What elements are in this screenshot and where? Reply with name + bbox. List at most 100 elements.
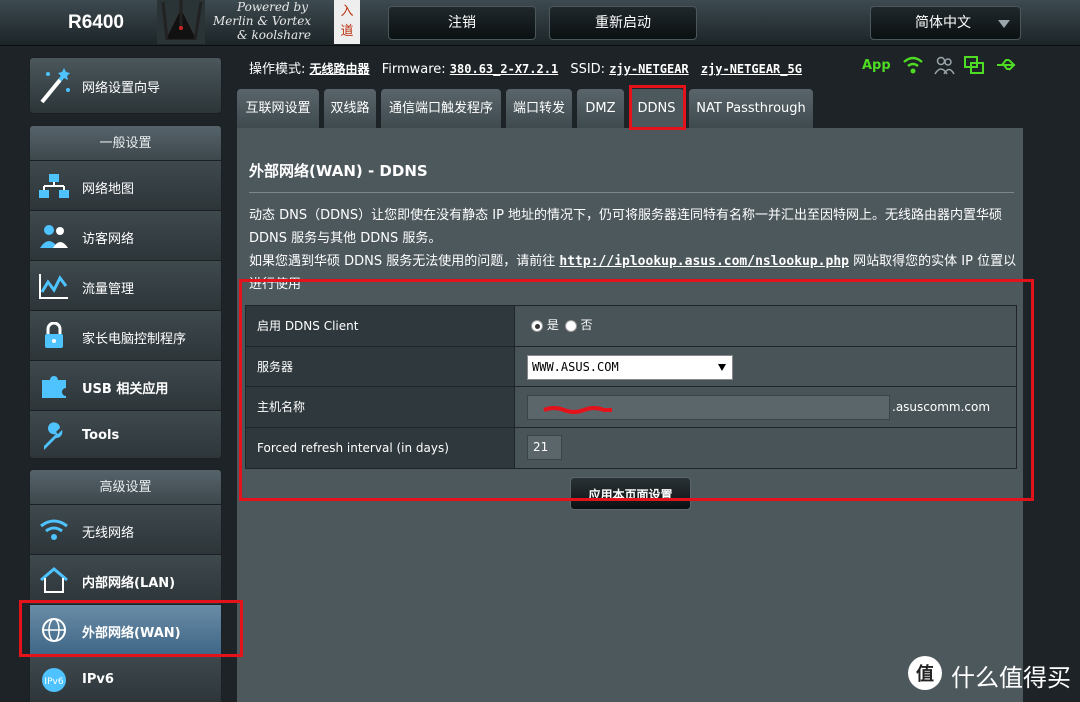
app-link[interactable]: App	[862, 58, 891, 73]
clients-status-icon[interactable]	[933, 54, 955, 76]
sidebar-item-lan[interactable]: 内部网络(LAN)	[30, 554, 221, 604]
sidebar-item-ipv6[interactable]: IPv6 IPv6	[30, 654, 221, 702]
ssid-link[interactable]: zjy-NETGEAR_5G	[701, 62, 802, 76]
svg-text:值: 值	[916, 663, 934, 685]
network-status-icon[interactable]	[963, 54, 985, 76]
general-settings-title: 一般设置	[30, 126, 221, 160]
ddns-settings-table: 启用 DDNS Client 是 否 服务器 WWW.ASUS.COM 主机名称…	[245, 305, 1017, 469]
traffic-chart-icon	[39, 274, 68, 299]
apply-button[interactable]: 应用本页面设置	[570, 477, 691, 510]
sidebar-item-label: 家长电脑控制程序	[82, 332, 187, 347]
page-title: 外部网络(WAN) - DDNS	[249, 162, 428, 180]
brand-line: Powered by	[237, 0, 308, 14]
description-line-2: 如果您遇到华硕 DDNS 服务无法使用的问题，请前往 http://iplook…	[249, 250, 1019, 296]
enable-yes-radio[interactable]	[531, 319, 543, 332]
sidebar-item-label: 内部网络(LAN)	[82, 576, 176, 591]
redaction-scribble	[543, 406, 612, 414]
server-label: 服务器	[246, 346, 515, 386]
refresh-interval-field: 21	[516, 428, 1016, 469]
brand-line: & koolshare	[237, 28, 311, 42]
server-field: WWW.ASUS.COM	[516, 347, 1016, 387]
reboot-button[interactable]: 重新启动	[549, 6, 697, 40]
tab-nat-passthrough[interactable]: NAT Passthrough	[689, 89, 813, 128]
general-settings-group: 一般设置 网络地图 访客网络 流量管理 家长电脑控制程序 USB 相关应用 To…	[29, 125, 222, 459]
hostname-field: .asuscomm.com	[516, 387, 1016, 427]
network-setup-wizard-button[interactable]: 网络设置向导	[29, 57, 222, 114]
form-row-enable: 启用 DDNS Client 是 否	[246, 306, 1016, 347]
magic-wand-icon	[40, 68, 70, 104]
iplookup-link[interactable]: http://iplookup.asus.com/nslookup.php	[559, 254, 849, 269]
sidebar-item-network-map[interactable]: 网络地图	[30, 160, 221, 210]
sidebar-item-label: 网络地图	[82, 182, 135, 197]
wrench-icon	[44, 422, 63, 450]
brand-credits: Powered by Merlin & Vortex & koolshare	[213, 0, 311, 42]
tab-ddns[interactable]: DDNS	[629, 89, 684, 128]
sidebar-item-wan[interactable]: 外部网络(WAN)	[30, 604, 221, 654]
tab-dual-wan[interactable]: 双线路	[324, 89, 376, 128]
no-label: 否	[580, 318, 593, 332]
usb-status-icon[interactable]	[995, 54, 1017, 76]
wifi-icon	[40, 519, 68, 540]
advanced-settings-group: 高级设置 无线网络 内部网络(LAN) 外部网络(WAN) IPv6 IPv6	[29, 469, 222, 702]
sidebar-item-wireless[interactable]: 无线网络	[30, 504, 221, 554]
refresh-interval-label: Forced refresh interval (in days)	[246, 427, 515, 468]
sidebar-item-label: IPv6	[82, 672, 114, 687]
sidebar-item-traffic-manager[interactable]: 流量管理	[30, 260, 221, 310]
firmware-link[interactable]: 380.63_2-X7.2.1	[450, 62, 558, 76]
sidebar-item-usb-apps[interactable]: USB 相关应用	[30, 360, 221, 410]
wifi-status-icon[interactable]	[902, 54, 924, 76]
title-divider	[249, 192, 1014, 193]
server-value: WWW.ASUS.COM	[532, 359, 619, 374]
network-map-icon	[39, 174, 69, 198]
router-image-icon	[157, 0, 205, 44]
operation-mode-label: 操作模式:	[249, 62, 306, 77]
sidebar-item-tools[interactable]: Tools	[30, 410, 221, 458]
watermark-text: 什么值得买	[951, 664, 1071, 692]
watermark-glyph-icon: 值	[916, 663, 934, 685]
yes-label: 是	[546, 318, 559, 332]
refresh-interval-input[interactable]: 21	[527, 434, 562, 460]
advanced-settings-title: 高级设置	[30, 470, 221, 504]
router-model: R6400	[68, 12, 124, 33]
sidebar-item-label: 访客网络	[82, 232, 135, 247]
enable-no-radio[interactable]	[564, 319, 577, 332]
globe-icon	[42, 618, 66, 642]
tab-port-forwarding[interactable]: 端口转发	[506, 89, 572, 128]
server-select[interactable]: WWW.ASUS.COM	[527, 354, 733, 380]
ipv6-icon: IPv6	[42, 668, 66, 692]
ssid-label: SSID:	[570, 62, 606, 77]
sidebar-item-label: 无线网络	[82, 526, 135, 541]
status-line: 操作模式: 无线路由器 Firmware: 380.63_2-X7.2.1 SS…	[249, 58, 802, 77]
top-bar: R6400 Powered by Merlin & Vortex & kools…	[0, 0, 1080, 46]
logout-button[interactable]: 注销	[388, 6, 536, 40]
tab-internet[interactable]: 互联网设置	[237, 89, 319, 128]
operation-mode-link[interactable]: 无线路由器	[310, 62, 370, 76]
wizard-label: 网络设置向导	[82, 81, 161, 96]
firmware-label: Firmware:	[381, 62, 446, 77]
form-row-server: 服务器 WWW.ASUS.COM	[246, 346, 1016, 387]
brand-line: Merlin & Vortex	[213, 14, 312, 28]
sidebar-item-label: Tools	[82, 428, 120, 443]
ssid-link[interactable]: zjy-NETGEAR	[609, 62, 688, 76]
description-text: 如果您遇到华硕 DDNS 服务无法使用的问题，请前往	[249, 254, 556, 269]
language-select[interactable]: 简体中文	[870, 6, 1021, 40]
hostname-suffix: .asuscomm.com	[892, 400, 991, 414]
page-description: 动态 DNS（DDNS）让您即使在没有静态 IP 地址的情况下，仍可将服务器连同…	[249, 204, 1019, 296]
sidebar-item-label: 外部网络(WAN)	[82, 626, 181, 641]
hostname-input[interactable]	[527, 395, 890, 420]
hostname-label: 主机名称	[246, 387, 515, 427]
guest-users-icon	[40, 225, 68, 248]
sidebar-item-label: 流量管理	[82, 282, 135, 297]
description-line: 动态 DNS（DDNS）让您即使在没有静态 IP 地址的情况下，仍可将服务器连同…	[249, 208, 1003, 246]
sidebar-item-guest-network[interactable]: 访客网络	[30, 210, 221, 260]
watermark-logo-icon: 值	[908, 656, 942, 690]
tab-port-trigger[interactable]: 通信端口触发程序	[381, 89, 501, 128]
svg-text:IPv6: IPv6	[44, 677, 63, 687]
language-value: 简体中文	[915, 15, 971, 31]
sidebar-item-label: USB 相关应用	[82, 382, 169, 397]
form-row-hostname: 主机名称 .asuscomm.com	[246, 387, 1016, 428]
tab-dmz[interactable]: DMZ	[577, 89, 624, 128]
enable-ddns-field: 是 否	[516, 306, 1016, 346]
sidebar-item-parental-control[interactable]: 家长电脑控制程序	[30, 310, 221, 360]
chevron-down-icon	[998, 20, 1010, 28]
